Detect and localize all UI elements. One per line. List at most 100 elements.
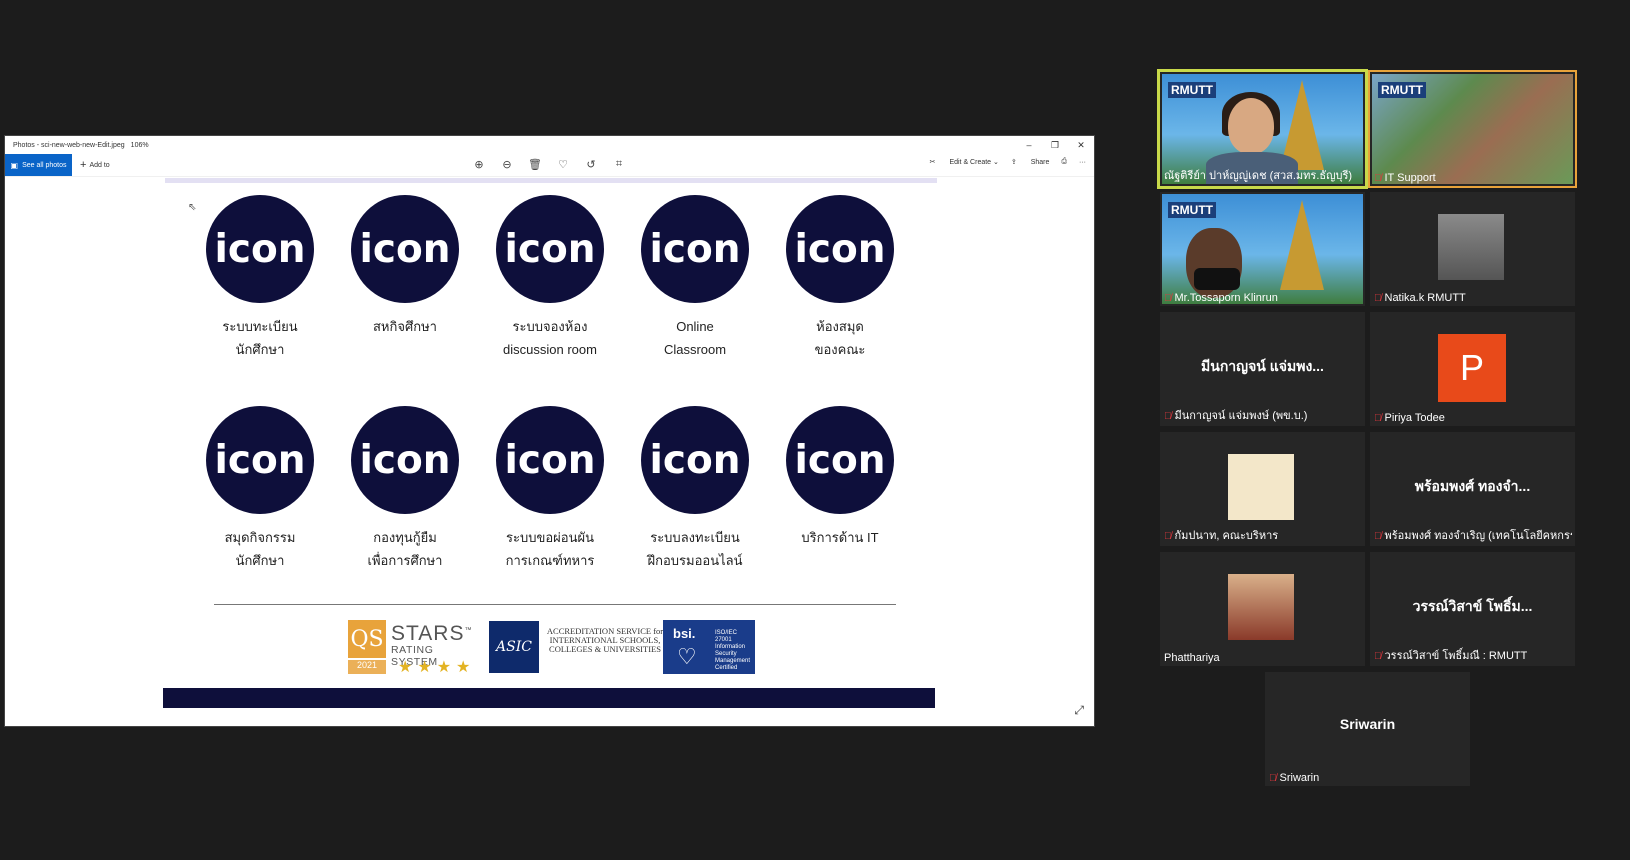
participant-tile[interactable]: มีนกาญจน์ แจ่มพง... 🎙̸ มีนกาญจน์ แจ่มพงษ์… bbox=[1160, 312, 1365, 426]
muted-mic-icon: 🎙̸ bbox=[1374, 173, 1382, 184]
title-bar: Photos - sci-new-web-new-Edit.jpeg 106% … bbox=[5, 136, 1094, 154]
service-item[interactable]: icon สมุดกิจกรรมนักศึกษา bbox=[190, 406, 330, 572]
bsi-logo: bsi. ♡ ISO/IEC 27001 Information Securit… bbox=[663, 620, 755, 674]
service-icon: icon bbox=[786, 195, 894, 303]
rmutt-logo: RMUTT bbox=[1168, 202, 1216, 218]
share-button[interactable]: ⇪ Share bbox=[1011, 158, 1050, 166]
muted-mic-icon: 🎙̸ bbox=[1269, 773, 1277, 784]
see-all-photos-label: See all photos bbox=[22, 161, 67, 169]
service-label: สหกิจศึกษา bbox=[373, 319, 437, 334]
service-label: ระบบทะเบียน bbox=[222, 319, 298, 334]
participant-name: Piriya Todee bbox=[1384, 412, 1445, 424]
service-label: ห้องสมุด bbox=[816, 319, 864, 334]
delete-icon[interactable]: 🗑 bbox=[521, 158, 549, 171]
service-icon: icon bbox=[206, 195, 314, 303]
zoom-out-icon[interactable]: ⊖ bbox=[493, 158, 521, 171]
plus-icon: + bbox=[80, 159, 87, 171]
service-item[interactable]: icon ห้องสมุด ของคณะ bbox=[770, 195, 910, 361]
service-icon: icon bbox=[351, 195, 459, 303]
rmutt-logo: RMUTT bbox=[1378, 82, 1426, 98]
participant-tile[interactable]: RMUTT 🎙̸ Mr.Tossaporn Klinrun bbox=[1160, 192, 1365, 306]
close-button[interactable]: ✕ bbox=[1068, 136, 1094, 154]
qs-stars-logo: QS 2021 STARS™ RATING SYSTEM ★★★★ bbox=[348, 620, 482, 676]
top-band bbox=[165, 178, 937, 183]
photos-icon: ▣ bbox=[10, 160, 19, 170]
service-item[interactable]: icon กองทุนกู้ยืม เพื่อการศึกษา bbox=[335, 406, 475, 572]
service-icon: icon bbox=[351, 406, 459, 514]
muted-mic-icon: 🎙̸ bbox=[1164, 411, 1172, 422]
muted-mic-icon: 🎙̸ bbox=[1374, 531, 1382, 542]
participant-initial-avatar: P bbox=[1438, 334, 1506, 402]
image-content: ⇖ icon ระบบทะเบียน นักศึกษา icon สหกิจศึก… bbox=[5, 176, 1094, 726]
participant-tile[interactable]: 🎙̸ กัมปนาท, คณะบริหาร bbox=[1160, 432, 1365, 546]
participant-tile-active[interactable]: RMUTT ณัฐติรีย์า ปาห์ญญู่เดช (สวส.มทร.ธั… bbox=[1160, 72, 1365, 186]
service-label: สมุดกิจกรรม bbox=[224, 530, 296, 545]
service-label: ระบบขอผ่อนผัน bbox=[506, 530, 594, 545]
service-label: นักศึกษา bbox=[235, 553, 285, 568]
muted-mic-icon: 🎙̸ bbox=[1374, 651, 1382, 662]
participant-tile[interactable]: RMUTT 🎙̸ IT Support bbox=[1370, 72, 1575, 186]
participant-display-name: พร้อมพงศ์ ทองจำ... bbox=[1414, 478, 1531, 494]
service-icon: icon bbox=[786, 406, 894, 514]
participant-display-name: วรรณ์วิสาข์ โพธิ์ม... bbox=[1412, 598, 1533, 614]
service-label: การเกณฑ์ทหาร bbox=[505, 553, 595, 568]
participant-name: ณัฐติรีย์า ปาห์ญญู่เดช (สวส.มทร.ธัญบุรี) bbox=[1164, 170, 1353, 182]
more-options-button[interactable]: ··· bbox=[1079, 159, 1086, 166]
qs-mark: QS bbox=[348, 620, 386, 658]
add-to-button[interactable]: + Add to bbox=[80, 159, 110, 171]
zoom-level: 106% bbox=[130, 141, 149, 149]
service-item[interactable]: icon บริการด้าน IT bbox=[770, 406, 910, 549]
participant-name: พร้อมพงศ์ ทองจำเริญ (เทคโนโลยีคหกรรม... bbox=[1384, 530, 1573, 542]
participant-name: IT Support bbox=[1384, 172, 1436, 184]
bsi-cert-text: ISO/IEC 27001 Information Security Manag… bbox=[715, 630, 751, 671]
four-stars-icon: ★★★★ bbox=[398, 659, 476, 676]
restore-button[interactable]: ❐ bbox=[1042, 136, 1068, 154]
participant-tile[interactable]: P 🎙̸ Piriya Todee bbox=[1370, 312, 1575, 426]
edit-create-button[interactable]: ✂ Edit & Create ⌄ bbox=[930, 158, 999, 166]
zoom-in-icon[interactable]: ⊕ bbox=[465, 158, 493, 171]
participant-tile[interactable]: พร้อมพงศ์ ทองจำ... 🎙̸ พร้อมพงศ์ ทองจำเริญ… bbox=[1370, 432, 1575, 546]
add-to-label: Add to bbox=[89, 161, 110, 169]
participant-name: Phatthariya bbox=[1164, 652, 1220, 664]
minimize-button[interactable]: – bbox=[1016, 136, 1042, 154]
print-icon[interactable]: ⎙ bbox=[1061, 158, 1067, 166]
participant-name: Natika.k RMUTT bbox=[1384, 292, 1466, 304]
window-title: Photos - sci-new-web-new-Edit.jpeg bbox=[13, 141, 125, 149]
temple-image bbox=[1280, 200, 1324, 290]
participant-display-name: Sriwarin bbox=[1339, 716, 1396, 732]
participant-tile[interactable]: Sriwarin 🎙̸ Sriwarin bbox=[1265, 672, 1470, 786]
service-label: บริการด้าน IT bbox=[801, 530, 879, 545]
toolbar-icons: ⊕ ⊖ 🗑 ♡ ↺ ⌗ bbox=[465, 158, 633, 171]
service-icon: icon bbox=[496, 406, 604, 514]
participant-name: กัมปนาท, คณะบริหาร bbox=[1174, 530, 1279, 542]
participant-video: RMUTT bbox=[1372, 74, 1573, 184]
service-item[interactable]: icon ระบบจองห้อง discussion room bbox=[480, 195, 620, 361]
service-item[interactable]: icon ระบบทะเบียน นักศึกษา bbox=[190, 195, 330, 361]
participant-video: RMUTT bbox=[1162, 194, 1363, 304]
participant-tile[interactable]: 🎙̸ Natika.k RMUTT bbox=[1370, 192, 1575, 306]
service-label: Classroom bbox=[663, 342, 727, 357]
see-all-photos-button[interactable]: ▣ See all photos bbox=[5, 154, 72, 176]
service-item[interactable]: icon สหกิจศึกษา bbox=[335, 195, 475, 338]
service-label: Online bbox=[676, 319, 714, 334]
bsi-kitemark-icon: ♡ bbox=[677, 644, 697, 669]
rotate-icon[interactable]: ↺ bbox=[577, 158, 605, 171]
service-item[interactable]: icon Online Classroom bbox=[625, 195, 765, 361]
muted-mic-icon: 🎙̸ bbox=[1164, 531, 1172, 542]
muted-mic-icon: 🎙̸ bbox=[1374, 293, 1382, 304]
service-label: ฝึกอบรมออนไลน์ bbox=[647, 553, 743, 568]
participant-name: Sriwarin bbox=[1279, 772, 1320, 784]
service-item[interactable]: icon ระบบลงทะเบียนฝึกอบรมออนไลน์ bbox=[625, 406, 765, 572]
photos-window: Photos - sci-new-web-new-Edit.jpeg 106% … bbox=[5, 136, 1094, 726]
service-icon: icon bbox=[206, 406, 314, 514]
bsi-mark: bsi. bbox=[673, 626, 696, 641]
service-item[interactable]: icon ระบบขอผ่อนผันการเกณฑ์ทหาร bbox=[480, 406, 620, 572]
service-label: ระบบลงทะเบียน bbox=[650, 530, 740, 545]
participant-tile[interactable]: วรรณ์วิสาข์ โพธิ์ม... 🎙̸ วรรณ์วิสาข์ โพธิ… bbox=[1370, 552, 1575, 666]
participant-tile[interactable]: Phatthariya bbox=[1160, 552, 1365, 666]
fullscreen-expand-icon[interactable]: ⤢ bbox=[1074, 703, 1084, 718]
crop-icon[interactable]: ⌗ bbox=[605, 158, 633, 171]
service-icon: icon bbox=[641, 406, 749, 514]
favorite-heart-icon[interactable]: ♡ bbox=[549, 158, 577, 171]
asic-accreditation-text: ACCREDITATION SERVICE for INTERNATIONAL … bbox=[546, 626, 664, 654]
